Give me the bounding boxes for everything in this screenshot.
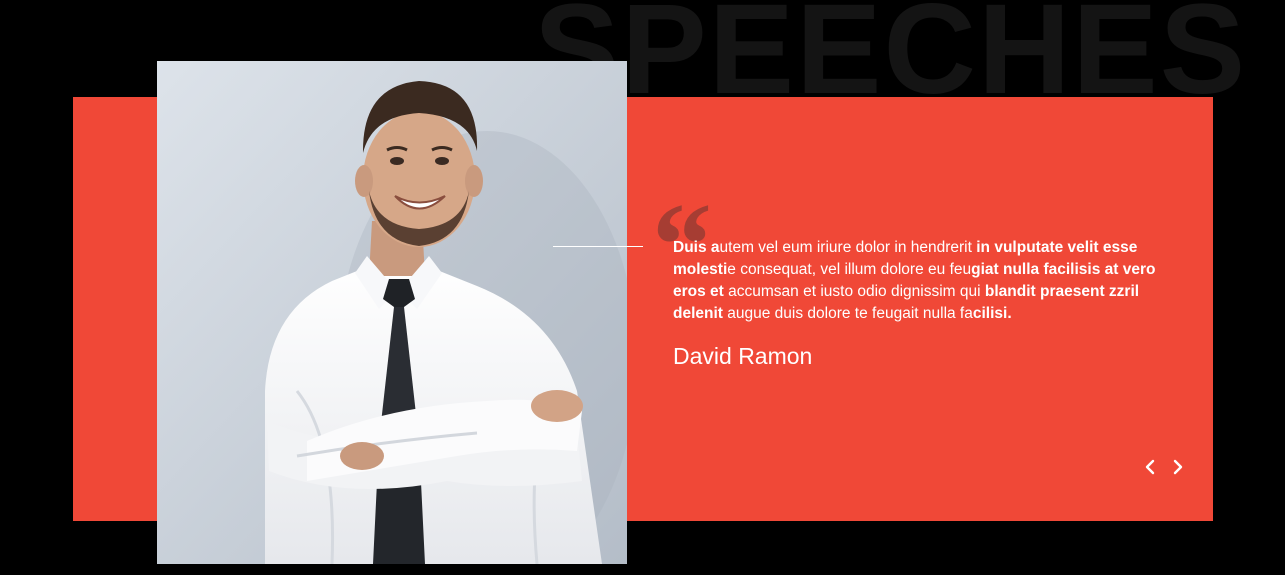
quote-segment: cilisi.: [972, 305, 1012, 322]
quote-segment: e consequat, vel illum dolore eu feu: [727, 261, 972, 278]
quote-segment: i: [977, 283, 985, 300]
quote-segment: augue duis dolore te feugait nulla fa: [722, 305, 973, 322]
quote-segment: accumsan et iusto odio dignissim qu: [728, 283, 978, 300]
quote-connector-line: [553, 246, 643, 247]
quote-segment: utem vel eum iriure dolor in hendrerit: [719, 239, 977, 256]
quote-segment: Duis a: [673, 239, 720, 256]
prev-testimonial-button[interactable]: [1139, 456, 1161, 478]
chevron-right-icon: [1173, 459, 1183, 475]
chevron-left-icon: [1145, 459, 1155, 475]
testimonial-author: David Ramon: [673, 343, 813, 369]
testimonial-quote: Duis autem vel eum iriure dolor in hendr…: [673, 237, 1163, 325]
next-testimonial-button[interactable]: [1167, 456, 1189, 478]
speaker-photo: [157, 61, 627, 564]
